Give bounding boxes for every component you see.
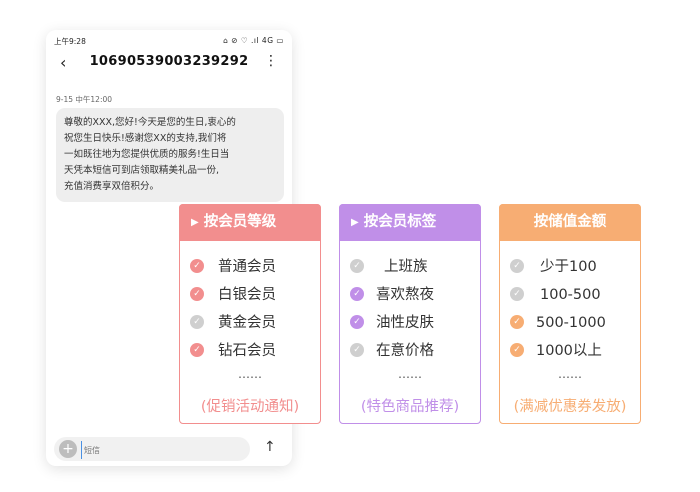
- card-title: 按会员标签: [363, 214, 437, 230]
- item-label: 上班族: [384, 259, 428, 275]
- conversation-header: ‹ 10690539003239292 ⋮: [46, 50, 292, 76]
- message-line: 尊敬的XXX,您好!今天是您的生日,衷心的: [64, 117, 236, 128]
- item-label: 白银会员: [218, 287, 276, 303]
- item-label: 油性皮肤: [376, 315, 434, 331]
- check-circle-icon: ✓: [350, 343, 364, 357]
- add-attachment-icon[interactable]: +: [59, 440, 77, 458]
- ellipsis: ……: [398, 367, 422, 381]
- item-label: 在意价格: [376, 343, 434, 359]
- item-label: 500-1000: [536, 315, 606, 331]
- check-circle-icon: ✓: [190, 287, 204, 301]
- item-label: 钻石会员: [218, 343, 276, 359]
- play-triangle-icon: ▶: [351, 217, 359, 228]
- card-title: 按储值金额: [533, 214, 607, 230]
- check-circle-icon: ✓: [510, 343, 524, 357]
- message-timestamp: 9-15 中午12:00: [56, 95, 113, 104]
- list-item: ✓ 少于100: [500, 257, 640, 277]
- list-item: ✓ 500-1000: [500, 313, 640, 333]
- card-stored-value: 按储值金额 ✓ 少于100 ✓ 100-500 ✓ 500-1000 ✓ 1000以上 …: [499, 204, 641, 424]
- card-member-tag: ▶ 按会员标签 ✓ 上班族 ✓ 喜欢熬夜 ✓ 油性皮肤 ✓ 在意价格 …… (特色商品推荐…: [339, 204, 481, 424]
- card-header: ▶ 按会员标签: [339, 204, 481, 241]
- card-member-level: ▶ 按会员等级 ✓ 普通会员 ✓ 白银会员 ✓ 黄金会员 ✓ 钻石会员 …… (促销活动通…: [179, 204, 321, 424]
- check-circle-icon: ✓: [190, 315, 204, 329]
- list-item: ✓ 上班族: [340, 257, 480, 277]
- status-icons: ⌂ ⊘ ♡ .ıl 4G ▭: [223, 36, 284, 45]
- card-header: 按储值金额: [499, 204, 641, 241]
- message-line: 一如既往地为您提供优质的服务!生日当: [64, 149, 230, 160]
- list-item: ✓ 普通会员: [180, 257, 320, 277]
- list-item: ✓ 喜欢熬夜: [340, 285, 480, 305]
- check-circle-icon: ✓: [350, 287, 364, 301]
- ellipsis: ……: [238, 367, 262, 381]
- message-input[interactable]: [81, 441, 236, 459]
- card-title: 按会员等级: [203, 214, 277, 230]
- item-label: 100-500: [540, 287, 601, 303]
- item-label: 1000以上: [536, 343, 602, 359]
- item-label: 普通会员: [218, 259, 276, 275]
- check-circle-icon: ✓: [190, 259, 204, 273]
- card-note: (促销活动通知): [200, 399, 300, 415]
- list-item: ✓ 100-500: [500, 285, 640, 305]
- item-label: 少于100: [540, 259, 597, 275]
- check-circle-icon: ✓: [190, 343, 204, 357]
- play-triangle-icon: ▶: [191, 217, 199, 228]
- status-bar: 上午9:28 ⌂ ⊘ ♡ .ıl 4G ▭: [54, 36, 284, 48]
- card-header: ▶ 按会员等级: [179, 204, 321, 241]
- list-item: ✓ 油性皮肤: [340, 313, 480, 333]
- check-circle-icon: ✓: [510, 259, 524, 273]
- list-item: ✓ 在意价格: [340, 341, 480, 361]
- check-circle-icon: ✓: [350, 315, 364, 329]
- ellipsis: ……: [558, 367, 582, 381]
- status-time: 上午9:28: [54, 37, 86, 46]
- list-item: ✓ 钻石会员: [180, 341, 320, 361]
- send-arrow-icon[interactable]: ↑: [264, 439, 276, 455]
- message-line: 天凭本短信可到店领取精美礼品一份,: [64, 165, 220, 176]
- message-bubble: 尊敬的XXX,您好!今天是您的生日,衷心的 祝您生日快乐!感谢您XX的支持,我们…: [56, 108, 284, 202]
- item-label: 喜欢熬夜: [376, 287, 434, 303]
- list-item: ✓ 白银会员: [180, 285, 320, 305]
- item-label: 黄金会员: [218, 315, 276, 331]
- list-item: ✓ 1000以上: [500, 341, 640, 361]
- card-note: (特色商品推荐): [360, 399, 460, 415]
- check-circle-icon: ✓: [510, 287, 524, 301]
- message-line: 祝您生日快乐!感谢您XX的支持,我们将: [64, 133, 227, 144]
- list-item: ✓ 黄金会员: [180, 313, 320, 333]
- more-options-icon[interactable]: ⋮: [264, 53, 278, 69]
- message-composer: +: [54, 437, 250, 461]
- card-note: (满减优惠券发放): [513, 399, 627, 415]
- message-line: 充值消费享双倍积分。: [64, 181, 160, 192]
- sender-number: 10690539003239292: [89, 54, 249, 69]
- check-circle-icon: ✓: [350, 259, 364, 273]
- check-circle-icon: ✓: [510, 315, 524, 329]
